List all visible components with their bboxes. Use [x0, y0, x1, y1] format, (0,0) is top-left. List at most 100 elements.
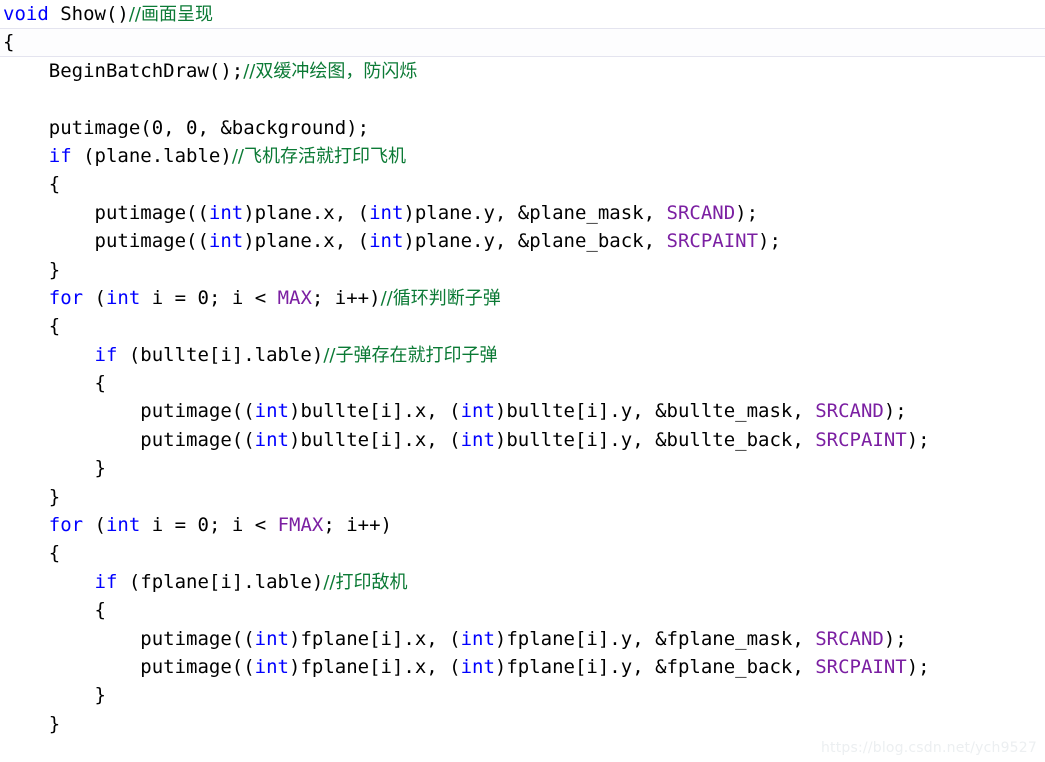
code-line[interactable]: putimage((int)fplane[i].x, (int)fplane[i…	[0, 625, 1045, 653]
code-token-plain: {	[48, 173, 61, 196]
code-token-comment: //打印敌机	[323, 571, 408, 593]
code-line[interactable]: putimage((int)plane.x, (int)plane.y, &pl…	[0, 227, 1045, 255]
code-token-kw: int	[208, 201, 244, 224]
code-line[interactable]: }	[0, 710, 1045, 738]
code-token-comment: //子弹存在就打印子弹	[323, 344, 498, 366]
code-token-plain: )plane.y, &plane_back,	[403, 230, 667, 253]
code-token-kw: for	[48, 286, 84, 309]
code-line[interactable]: for (int i = 0; i < FMAX; i++)	[0, 511, 1045, 539]
code-token-plain: );	[735, 201, 759, 224]
code-token-kw: int	[208, 230, 244, 253]
code-token-comment: //循环判断子弹	[380, 287, 501, 309]
code-content[interactable]: void Show()//画面呈现 { BeginBatchDraw();//双缓…	[0, 0, 1045, 738]
code-token-plain: (	[83, 286, 106, 309]
code-token-macro: FMAX	[277, 514, 324, 537]
code-token-macro: SRCPAINT	[815, 655, 907, 678]
code-token-kw: int	[105, 286, 141, 309]
code-token-macro: SRCPAINT	[666, 230, 759, 253]
code-token-plain: )bullte[i].x, (	[289, 428, 461, 451]
code-token-comment: //飞机存活就打印飞机	[231, 145, 406, 167]
code-token-kw: int	[254, 400, 289, 423]
code-token-plain: i = 0; i <	[140, 514, 278, 537]
code-line[interactable]	[0, 85, 1045, 113]
code-token-plain: i = 0; i <	[140, 286, 278, 309]
code-token-plain: )plane.x, (	[243, 230, 370, 253]
code-token-macro: MAX	[277, 286, 312, 309]
code-line[interactable]: {	[0, 170, 1045, 198]
code-token-kw: for	[48, 514, 84, 537]
code-line[interactable]: {	[0, 596, 1045, 624]
code-token-plain: {	[48, 542, 61, 565]
code-token-macro: SRCAND	[666, 201, 736, 224]
code-line[interactable]: putimage((int)bullte[i].x, (int)bullte[i…	[0, 397, 1045, 425]
code-line[interactable]: putimage((int)bullte[i].x, (int)bullte[i…	[0, 426, 1045, 454]
code-token-plain: (fplane[i].lable)	[117, 570, 324, 593]
code-token-kw: int	[254, 655, 289, 678]
code-token-plain: )fplane[i].y, &fplane_mask,	[494, 627, 816, 650]
code-line[interactable]: }	[0, 681, 1045, 709]
code-line[interactable]: putimage((int)plane.x, (int)plane.y, &pl…	[0, 199, 1045, 227]
code-token-plain: );	[758, 230, 781, 253]
code-line[interactable]: BeginBatchDraw();//双缓冲绘图，防闪烁	[0, 57, 1045, 85]
code-line[interactable]: }	[0, 483, 1045, 511]
code-token-kw: int	[460, 428, 495, 451]
code-token-kw: int	[254, 428, 289, 451]
code-token-kw: if	[94, 343, 118, 366]
code-line[interactable]: {	[0, 539, 1045, 567]
code-token-comment: //画面呈现	[128, 4, 213, 25]
watermark-text: https://blog.csdn.net/ych9527	[820, 740, 1037, 756]
code-editor-viewport[interactable]: void Show()//画面呈现 { BeginBatchDraw();//双缓…	[0, 0, 1045, 762]
code-line[interactable]: for (int i = 0; i < MAX; i++)//循环判断子弹	[0, 284, 1045, 312]
code-token-plain: );	[883, 400, 907, 423]
code-token-plain: putimage((	[140, 655, 255, 678]
code-token-plain: )fplane[i].y, &fplane_back,	[494, 655, 816, 678]
code-token-kw: int	[254, 627, 289, 650]
code-token-plain: );	[906, 428, 930, 451]
code-token-plain: {	[94, 599, 106, 622]
code-line[interactable]: }	[0, 454, 1045, 482]
code-token-plain: {	[3, 31, 15, 54]
code-line[interactable]: if (bullte[i].lable)//子弹存在就打印子弹	[0, 341, 1045, 369]
code-token-plain: (plane.lable)	[71, 144, 232, 167]
code-line[interactable]: {	[0, 369, 1045, 397]
code-line[interactable]: {	[0, 312, 1045, 340]
code-line[interactable]: putimage(0, 0, &background);	[0, 114, 1045, 142]
code-token-kw: if	[94, 570, 118, 593]
code-token-plain: BeginBatchDraw();	[48, 59, 244, 82]
code-token-macro: SRCAND	[815, 627, 884, 650]
code-token-plain: }	[94, 684, 106, 707]
code-token-plain: {	[94, 372, 106, 395]
code-line[interactable]: if (plane.lable)//飞机存活就打印飞机	[0, 142, 1045, 170]
code-line[interactable]: putimage((int)fplane[i].x, (int)fplane[i…	[0, 653, 1045, 681]
code-token-kw: int	[369, 230, 404, 253]
code-line[interactable]: if (fplane[i].lable)//打印敌机	[0, 568, 1045, 596]
code-token-plain: (	[83, 514, 106, 537]
code-token-plain: )bullte[i].y, &bullte_mask,	[494, 400, 816, 423]
code-token-kw: int	[460, 627, 495, 650]
code-token-plain: putimage((	[140, 627, 255, 650]
code-token-plain: )fplane[i].x, (	[289, 655, 461, 678]
code-token-plain: putimage((	[140, 428, 255, 451]
code-token-plain: }	[48, 712, 61, 735]
code-token-macro: SRCPAINT	[815, 428, 907, 451]
code-token-plain: )fplane[i].x, (	[289, 627, 461, 650]
code-line[interactable]: }	[0, 256, 1045, 284]
code-line[interactable]: void Show()//画面呈现	[0, 0, 1045, 28]
code-token-plain: )plane.y, &plane_mask,	[403, 201, 667, 224]
code-token-kw: int	[460, 400, 495, 423]
code-token-plain: );	[906, 655, 930, 678]
code-line[interactable]: {	[0, 28, 1045, 57]
